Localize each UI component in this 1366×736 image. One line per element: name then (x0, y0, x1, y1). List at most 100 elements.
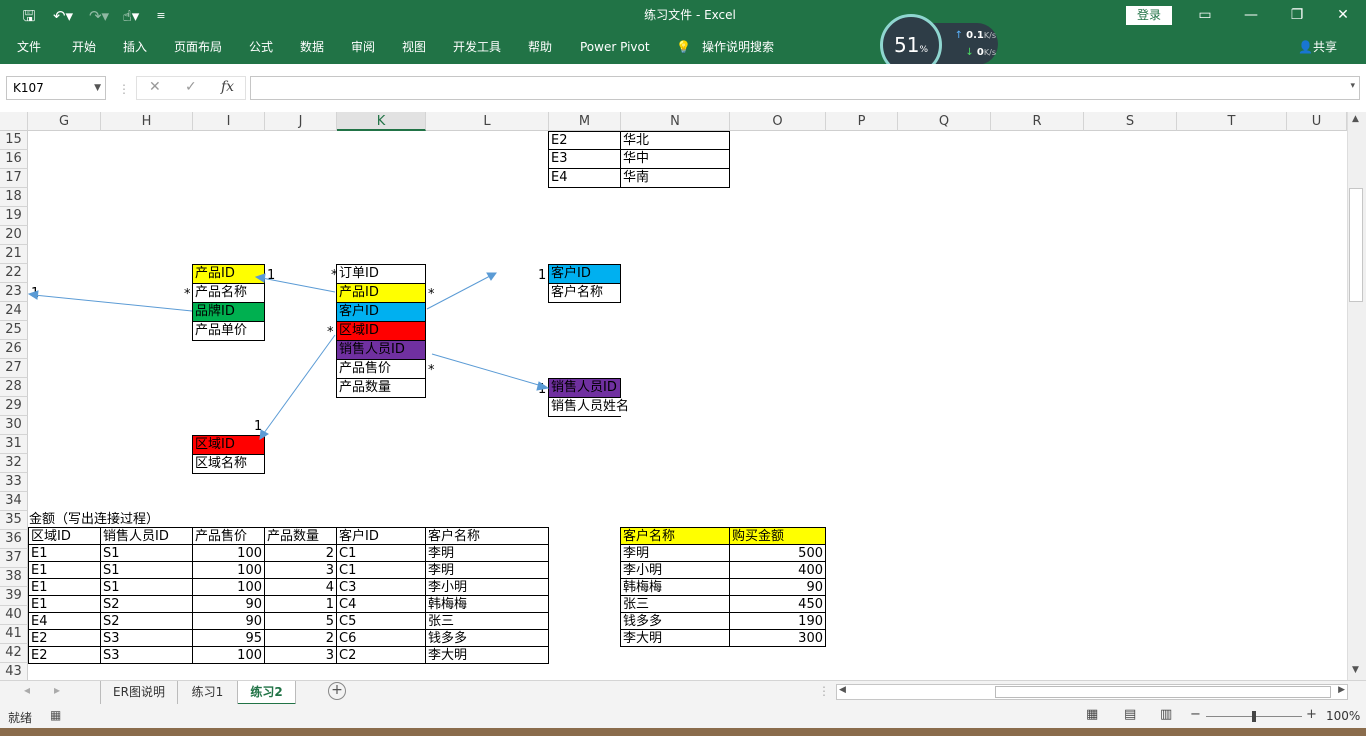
join-data-cell[interactable]: S3 (100, 646, 193, 664)
page-layout-view-icon[interactable]: ▤ (1124, 707, 1136, 722)
tab-developer[interactable]: 开发工具 (453, 32, 501, 64)
join-data-cell[interactable]: 3 (264, 646, 337, 664)
vertical-scroll-thumb[interactable] (1349, 188, 1363, 302)
tab-power-pivot[interactable]: Power Pivot (580, 32, 650, 64)
tab-file[interactable]: 文件 (17, 32, 41, 64)
join-data-cell[interactable]: 100 (192, 578, 265, 596)
summary-data-cell[interactable]: 韩梅梅 (620, 578, 730, 596)
next-sheet-icon[interactable]: ▸ (54, 683, 60, 697)
cancel-icon[interactable]: ✕ (149, 79, 161, 95)
expand-icon[interactable]: ▾ (1350, 81, 1355, 91)
join-data-cell[interactable]: 李小明 (425, 578, 549, 596)
prev-sheet-icon[interactable]: ◂ (24, 683, 30, 697)
summary-data-cell[interactable]: 李小明 (620, 561, 730, 579)
customize-toolbar-icon[interactable]: ≡ (152, 0, 170, 32)
summary-data-cell[interactable]: 190 (729, 612, 826, 630)
name-box[interactable]: K107 ▼ (6, 76, 106, 100)
tab-help[interactable]: 帮助 (528, 32, 552, 64)
join-data-cell[interactable]: C2 (336, 646, 426, 664)
zoom-level[interactable]: 100% (1326, 709, 1360, 723)
worksheet-grid[interactable]: G H I J K L M N O P Q R S T U 15 16 17 18 19… (0, 112, 1366, 680)
join-data-cell[interactable]: 3 (264, 561, 337, 579)
check-icon[interactable]: ✓ (185, 79, 197, 95)
join-header-cell[interactable]: 产品数量 (264, 527, 337, 545)
zoom-in-icon[interactable]: + (1306, 707, 1317, 722)
sheet-tab-ex2[interactable]: 练习2 (238, 681, 296, 705)
join-data-cell[interactable]: 韩梅梅 (425, 595, 549, 613)
join-data-cell[interactable]: E1 (28, 578, 101, 596)
join-data-cell[interactable]: 100 (192, 561, 265, 579)
join-data-cell[interactable]: C3 (336, 578, 426, 596)
join-header-cell[interactable]: 客户ID (336, 527, 426, 545)
join-data-cell[interactable]: C4 (336, 595, 426, 613)
join-data-cell[interactable]: C6 (336, 629, 426, 647)
save-icon[interactable]: 🖫 (18, 0, 40, 32)
zoom-slider-thumb[interactable] (1252, 711, 1256, 722)
join-header-cell[interactable]: 客户名称 (425, 527, 549, 545)
join-data-cell[interactable]: 李明 (425, 544, 549, 562)
join-header-cell[interactable]: 销售人员ID (100, 527, 193, 545)
join-data-cell[interactable]: 钱多多 (425, 629, 549, 647)
summary-header-cell[interactable]: 购买金额 (729, 527, 826, 545)
summary-data-cell[interactable]: 张三 (620, 595, 730, 613)
login-button[interactable]: 登录 (1126, 6, 1172, 25)
join-data-cell[interactable]: S1 (100, 578, 193, 596)
join-data-cell[interactable]: E4 (28, 612, 101, 630)
summary-data-cell[interactable]: 300 (729, 629, 826, 647)
tell-me-search[interactable]: 操作说明搜索 (702, 32, 774, 64)
join-data-cell[interactable]: S1 (100, 561, 193, 579)
join-data-cell[interactable]: E2 (28, 646, 101, 664)
sheet-tab-ex1[interactable]: 练习1 (178, 681, 238, 705)
summary-data-cell[interactable]: 400 (729, 561, 826, 579)
page-break-view-icon[interactable]: ▥ (1160, 707, 1172, 722)
join-data-cell[interactable]: S1 (100, 544, 193, 562)
join-data-cell[interactable]: E1 (28, 561, 101, 579)
scroll-right-icon[interactable]: ▶ (1338, 685, 1345, 695)
join-data-cell[interactable]: 2 (264, 544, 337, 562)
add-sheet-icon[interactable]: + (328, 682, 346, 700)
minimize-icon[interactable]: — (1228, 0, 1274, 32)
join-header-cell[interactable]: 产品售价 (192, 527, 265, 545)
join-data-cell[interactable]: E2 (28, 629, 101, 647)
formula-input[interactable]: ▾ (250, 76, 1360, 100)
tab-data[interactable]: 数据 (300, 32, 324, 64)
join-data-cell[interactable]: 95 (192, 629, 265, 647)
normal-view-icon[interactable]: ▦ (1086, 707, 1098, 722)
redo-icon[interactable]: ↷▾ (84, 0, 114, 32)
summary-data-cell[interactable]: 450 (729, 595, 826, 613)
restore-icon[interactable]: ❐ (1274, 0, 1320, 32)
tab-review[interactable]: 审阅 (351, 32, 375, 64)
share-button[interactable]: 👤共享 (1298, 32, 1337, 64)
join-data-cell[interactable]: C1 (336, 544, 426, 562)
scroll-left-icon[interactable]: ◀ (839, 685, 846, 695)
summary-data-cell[interactable]: 李大明 (620, 629, 730, 647)
join-data-cell[interactable]: 李明 (425, 561, 549, 579)
join-data-cell[interactable]: 2 (264, 629, 337, 647)
join-data-cell[interactable]: 100 (192, 646, 265, 664)
tab-page-layout[interactable]: 页面布局 (174, 32, 222, 64)
macro-record-icon[interactable]: ▦ (50, 708, 61, 722)
zoom-out-icon[interactable]: − (1190, 707, 1201, 722)
scroll-up-icon[interactable]: ▲ (1352, 114, 1359, 124)
summary-data-cell[interactable]: 李明 (620, 544, 730, 562)
join-data-cell[interactable]: E1 (28, 544, 101, 562)
undo-icon[interactable]: ↶▾ (48, 0, 78, 32)
join-data-cell[interactable]: S2 (100, 595, 193, 613)
tab-formulas[interactable]: 公式 (249, 32, 273, 64)
join-data-cell[interactable]: 90 (192, 612, 265, 630)
join-data-cell[interactable]: 李大明 (425, 646, 549, 664)
scroll-down-icon[interactable]: ▼ (1352, 665, 1359, 675)
join-data-cell[interactable]: C1 (336, 561, 426, 579)
join-data-cell[interactable]: E1 (28, 595, 101, 613)
summary-header-cell[interactable]: 客户名称 (620, 527, 730, 545)
sheet-tab-er[interactable]: ER图说明 (100, 681, 178, 705)
summary-data-cell[interactable]: 90 (729, 578, 826, 596)
tab-insert[interactable]: 插入 (123, 32, 147, 64)
join-data-cell[interactable]: S3 (100, 629, 193, 647)
join-data-cell[interactable]: 90 (192, 595, 265, 613)
ribbon-display-icon[interactable]: ▭ (1182, 0, 1228, 32)
join-header-cell[interactable]: 区域ID (28, 527, 101, 545)
join-data-cell[interactable]: 4 (264, 578, 337, 596)
join-data-cell[interactable]: S2 (100, 612, 193, 630)
join-data-cell[interactable]: C5 (336, 612, 426, 630)
